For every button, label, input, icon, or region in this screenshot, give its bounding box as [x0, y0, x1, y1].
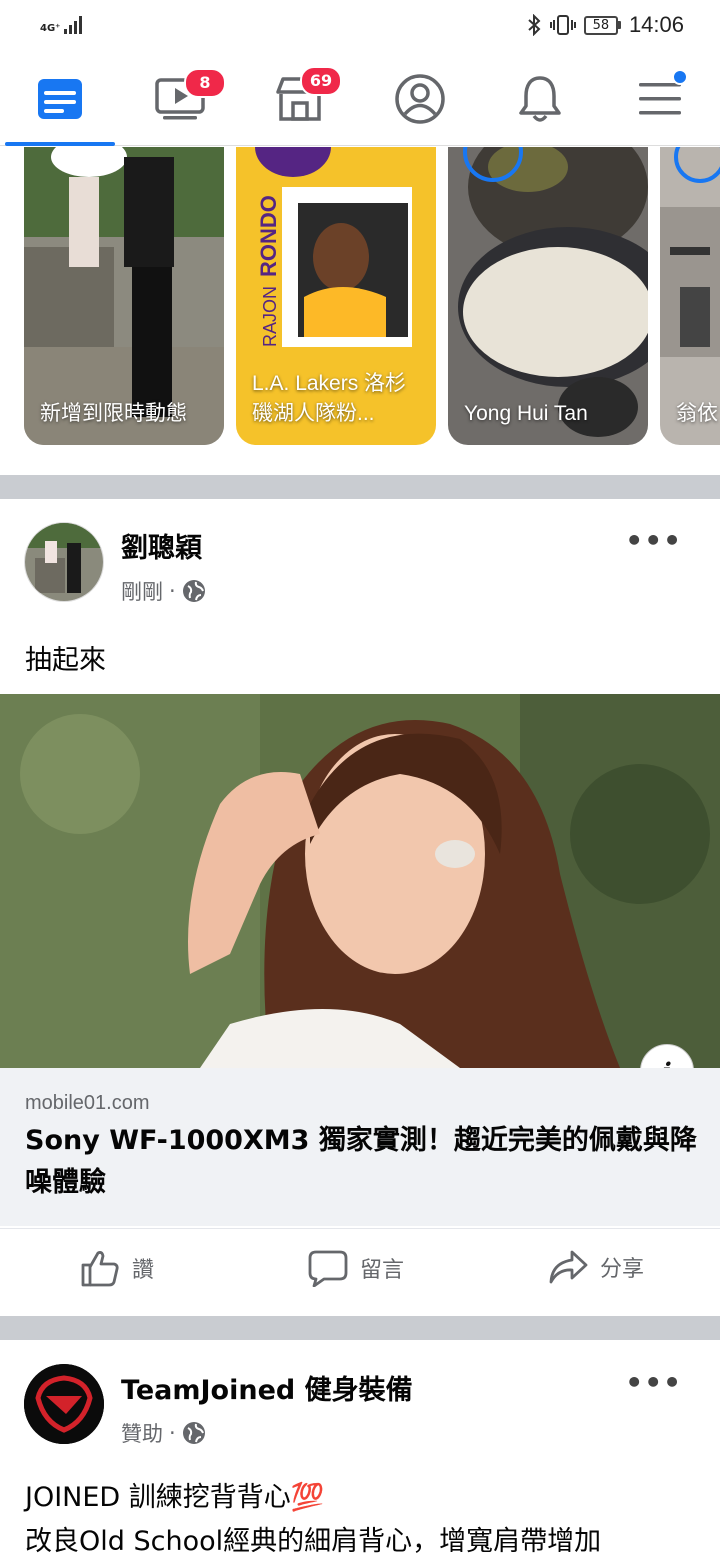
- post-time[interactable]: 剛剛: [121, 576, 163, 606]
- tab-news-feed[interactable]: [20, 64, 100, 134]
- status-bar: 4G⁺ 58 14:06: [0, 0, 720, 50]
- link-title: Sony WF-1000XM3 獨家實測！趨近完美的佩戴與降噪體驗: [25, 1125, 697, 1198]
- bluetooth-icon: [528, 14, 541, 36]
- link-domain: mobile01.com: [25, 1092, 150, 1114]
- section-divider: [0, 475, 720, 499]
- sponsored-text-line-2: 改良Old School經典的細肩背心，增寬肩帶增加: [25, 1526, 602, 1557]
- comment-button[interactable]: 留言: [308, 1249, 404, 1287]
- post-options-more-icon[interactable]: •••: [625, 524, 682, 557]
- video-badge: 8: [184, 68, 226, 98]
- meta-separator: ·: [169, 579, 176, 603]
- top-navigation: 8 69: [0, 52, 720, 146]
- tab-marketplace[interactable]: 69: [260, 64, 342, 134]
- clock: 14:06: [628, 12, 684, 37]
- comment-label: 留言: [360, 1258, 405, 1283]
- post-author-name[interactable]: 劉聰穎: [121, 526, 202, 565]
- post-actions-bar: 讚 留言 分享: [0, 1228, 720, 1316]
- bell-icon: [519, 76, 561, 122]
- marketplace-badge: 69: [300, 66, 342, 96]
- vibrate-icon: [549, 15, 576, 35]
- active-tab-indicator: [5, 142, 115, 146]
- post-options-more-icon[interactable]: •••: [625, 1366, 682, 1399]
- stories-tray: 新增到限時動態 RONDO RAJON L.A. Lakers 洛杉磯湖人隊粉.…: [0, 147, 720, 475]
- link-preview-image[interactable]: [0, 694, 720, 1068]
- share-button[interactable]: 分享: [548, 1249, 644, 1285]
- tab-profile[interactable]: [380, 64, 460, 134]
- profile-icon: [395, 74, 445, 124]
- globe-icon: [182, 1422, 205, 1444]
- sponsored-post-header: TeamJoined 健身裝備 贊助 · •••: [0, 1352, 720, 1452]
- svg-text:RAJON: RAJON: [260, 286, 280, 347]
- comment-bubble-icon: [308, 1250, 348, 1287]
- battery-level: 58: [583, 15, 618, 35]
- tab-notifications[interactable]: [500, 64, 580, 134]
- svg-text:RONDO: RONDO: [256, 195, 281, 277]
- meta-separator: ·: [169, 1421, 176, 1445]
- avatar-image: [25, 523, 103, 601]
- menu-notification-dot: [672, 69, 688, 85]
- post-meta: 贊助 ·: [121, 1418, 206, 1448]
- share-arrow-icon: [549, 1250, 588, 1284]
- story-card-lakers[interactable]: RONDO RAJON L.A. Lakers 洛杉磯湖人隊粉...: [236, 147, 436, 445]
- post-meta: 剛剛 ·: [121, 576, 206, 606]
- thumbs-up-icon: [81, 1251, 119, 1287]
- menu-hamburger-icon: [639, 83, 681, 115]
- battery-icon: 58: [583, 15, 621, 35]
- like-button[interactable]: 讚: [80, 1249, 154, 1287]
- sponsored-text-line-1: JOINED 訓練挖背背心💯: [25, 1482, 325, 1513]
- link-preview[interactable]: mobile01.com Sony WF-1000XM3 獨家實測！趨近完美的佩…: [0, 1068, 720, 1226]
- author-avatar[interactable]: [24, 522, 104, 602]
- post-text: 抽起來: [25, 645, 106, 676]
- story-label: 新增到限時動態: [40, 402, 187, 425]
- story-label: Yong Hui Tan: [464, 402, 588, 425]
- news-feed-icon: [38, 79, 82, 119]
- story-label: 翁依: [676, 402, 718, 425]
- story-card-create[interactable]: 新增到限時動態: [24, 147, 224, 445]
- signal-icon: [64, 16, 83, 34]
- story-card-yong-hui-tan[interactable]: Yong Hui Tan: [448, 147, 648, 445]
- post-header: 劉聰穎 剛剛 · •••: [0, 512, 720, 612]
- share-label: 分享: [600, 1257, 645, 1282]
- globe-icon: [182, 580, 205, 602]
- network-type: 4G⁺: [40, 23, 61, 34]
- story-label: L.A. Lakers 洛杉磯湖人隊粉...: [252, 372, 407, 425]
- preview-photo: [0, 694, 720, 1068]
- tab-watch[interactable]: 8: [140, 64, 226, 134]
- story-card-fourth[interactable]: 翁依: [660, 147, 720, 445]
- tab-menu[interactable]: [620, 64, 700, 134]
- like-label: 讚: [132, 1258, 155, 1283]
- sponsored-label[interactable]: 贊助: [121, 1418, 163, 1448]
- teamjoined-logo: [24, 1364, 104, 1444]
- section-divider: [0, 1316, 720, 1340]
- sponsor-name[interactable]: TeamJoined 健身裝備: [121, 1368, 413, 1407]
- signal-indicator: 4G⁺: [40, 16, 83, 34]
- sponsor-avatar[interactable]: [24, 1364, 104, 1444]
